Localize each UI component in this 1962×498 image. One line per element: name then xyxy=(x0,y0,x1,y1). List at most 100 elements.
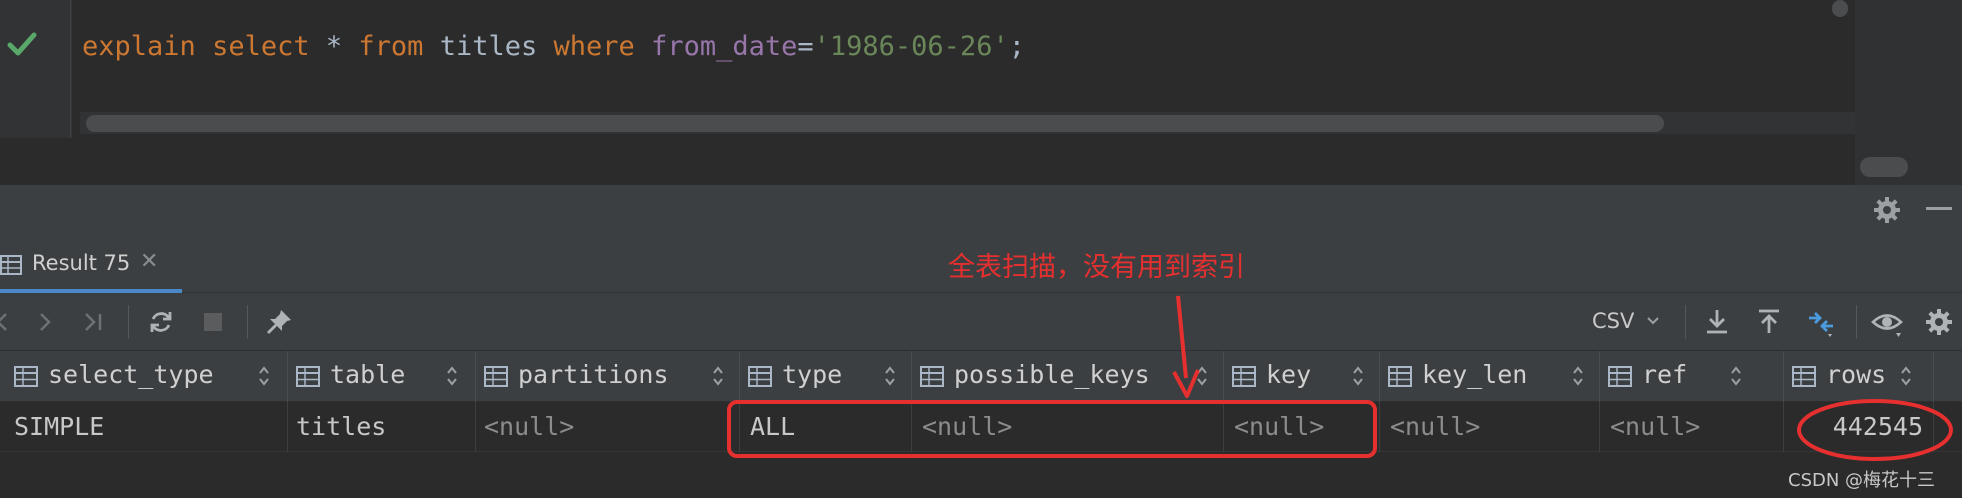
cell-value: SIMPLE xyxy=(14,412,105,441)
keyword-from: from xyxy=(358,31,424,62)
result-toolbar: CSV xyxy=(0,293,1962,351)
toolbar-separator xyxy=(247,305,248,339)
column-header-label: rows xyxy=(1826,360,1887,389)
cell-partitions[interactable]: <null> xyxy=(476,402,740,452)
column-icon xyxy=(920,366,944,387)
column-header-table[interactable]: table xyxy=(288,351,476,402)
last-page-icon[interactable] xyxy=(76,305,110,339)
cell-value: ALL xyxy=(750,412,796,441)
column-icon xyxy=(1792,366,1816,387)
check-icon xyxy=(7,32,37,56)
cell-key[interactable]: <null> xyxy=(1224,402,1380,452)
toolbar-separator xyxy=(1856,305,1857,339)
toolbar-separator xyxy=(1685,305,1686,339)
cell-type[interactable]: ALL xyxy=(740,402,912,452)
result-grid-header: select_type table partitions type possib… xyxy=(0,351,1962,402)
column-icon xyxy=(1232,366,1256,387)
column-header-label: select_type xyxy=(48,360,214,389)
column-icon xyxy=(748,366,772,387)
column-header-label: possible_keys xyxy=(954,360,1150,389)
column-header-ref[interactable]: ref xyxy=(1600,351,1784,402)
sort-icon[interactable] xyxy=(446,365,458,387)
cell-value: <null> xyxy=(922,412,1013,441)
cell-value: titles xyxy=(296,412,387,441)
cell-key-len[interactable]: <null> xyxy=(1380,402,1600,452)
column-header-label: key xyxy=(1266,360,1312,389)
column-header-label: type xyxy=(782,360,843,389)
sort-icon[interactable] xyxy=(884,365,896,387)
settings-icon[interactable] xyxy=(1922,305,1956,339)
column-header-label: table xyxy=(330,360,406,389)
sql-editor[interactable]: explain select * from titles where from_… xyxy=(0,0,1962,185)
chevron-down-icon[interactable] xyxy=(1645,313,1661,329)
upload-icon[interactable] xyxy=(1752,305,1786,339)
sort-icon[interactable] xyxy=(1730,365,1742,387)
column-header-key[interactable]: key xyxy=(1224,351,1380,402)
minimize-icon[interactable] xyxy=(1926,207,1952,210)
download-icon[interactable] xyxy=(1700,305,1734,339)
panel-scroll-thumb[interactable] xyxy=(1860,157,1908,177)
next-page-icon[interactable] xyxy=(28,305,62,339)
grid-empty-area xyxy=(0,452,1962,498)
column-header-label: ref xyxy=(1642,360,1688,389)
editor-vertical-scroll-thumb[interactable] xyxy=(1832,0,1848,17)
column-header-rows[interactable]: rows xyxy=(1784,351,1934,402)
sql-query-line[interactable]: explain select * from titles where from_… xyxy=(82,28,1025,66)
tab-result-75[interactable]: Result 75 ✕ xyxy=(0,235,182,293)
cell-rows[interactable]: 442545 xyxy=(1784,402,1934,452)
stop-icon[interactable] xyxy=(196,305,230,339)
table-identifier: titles xyxy=(439,31,538,62)
column-header-possible-keys[interactable]: possible_keys xyxy=(912,351,1224,402)
column-header-key-len[interactable]: key_len xyxy=(1380,351,1600,402)
cell-value: <null> xyxy=(484,412,575,441)
equals-operator: = xyxy=(797,31,814,62)
compare-icon[interactable] xyxy=(1804,305,1838,339)
keyword-explain: explain xyxy=(82,31,196,62)
sort-icon[interactable] xyxy=(1900,365,1912,387)
sort-icon[interactable] xyxy=(258,365,270,387)
refresh-icon[interactable] xyxy=(144,305,178,339)
pin-icon[interactable] xyxy=(262,305,296,339)
keyword-select: select xyxy=(212,31,310,62)
column-header-type[interactable]: type xyxy=(740,351,912,402)
column-icon xyxy=(484,366,508,387)
cell-possible-keys[interactable]: <null> xyxy=(912,402,1224,452)
sort-icon[interactable] xyxy=(712,365,724,387)
tab-label: Result 75 xyxy=(32,251,131,275)
editor-horizontal-scroll-thumb[interactable] xyxy=(86,115,1664,132)
tool-window-header xyxy=(0,185,1962,235)
column-header-partitions[interactable]: partitions xyxy=(476,351,740,402)
column-header-label: key_len xyxy=(1422,360,1528,389)
cell-ref[interactable]: <null> xyxy=(1600,402,1784,452)
close-icon[interactable]: ✕ xyxy=(140,249,158,274)
sort-icon[interactable] xyxy=(1196,365,1208,387)
cell-select-type[interactable]: SIMPLE xyxy=(6,402,288,452)
annotation-text: 全表扫描，没有用到索引 xyxy=(948,252,1245,283)
table-icon xyxy=(0,255,22,275)
export-format-select[interactable]: CSV xyxy=(1592,309,1634,333)
gear-icon[interactable] xyxy=(1872,195,1902,225)
view-icon[interactable] xyxy=(1870,305,1904,339)
asterisk: * xyxy=(325,31,343,62)
sort-icon[interactable] xyxy=(1352,365,1364,387)
toolbar-separator xyxy=(128,305,129,339)
watermark: CSDN @梅花十三 xyxy=(1788,470,1936,491)
semicolon: ; xyxy=(1008,31,1025,62)
cell-table[interactable]: titles xyxy=(288,402,476,452)
cell-value: 442545 xyxy=(1832,412,1923,441)
table-row[interactable]: SIMPLE titles <null> ALL <null> <null> <… xyxy=(0,402,1962,452)
gutter-divider xyxy=(70,0,71,138)
cell-value: <null> xyxy=(1234,412,1325,441)
string-literal: '1986-06-26' xyxy=(813,31,1009,62)
cell-value: <null> xyxy=(1610,412,1701,441)
editor-footer xyxy=(0,138,1855,185)
column-icon xyxy=(14,366,38,387)
column-header-label: partitions xyxy=(518,360,669,389)
editor-gutter xyxy=(0,0,72,138)
column-icon xyxy=(1608,366,1632,387)
column-header-select-type[interactable]: select_type xyxy=(6,351,288,402)
sort-icon[interactable] xyxy=(1572,365,1584,387)
previous-page-icon[interactable] xyxy=(0,305,20,339)
column-identifier: from_date xyxy=(651,31,798,62)
cell-value: <null> xyxy=(1390,412,1481,441)
